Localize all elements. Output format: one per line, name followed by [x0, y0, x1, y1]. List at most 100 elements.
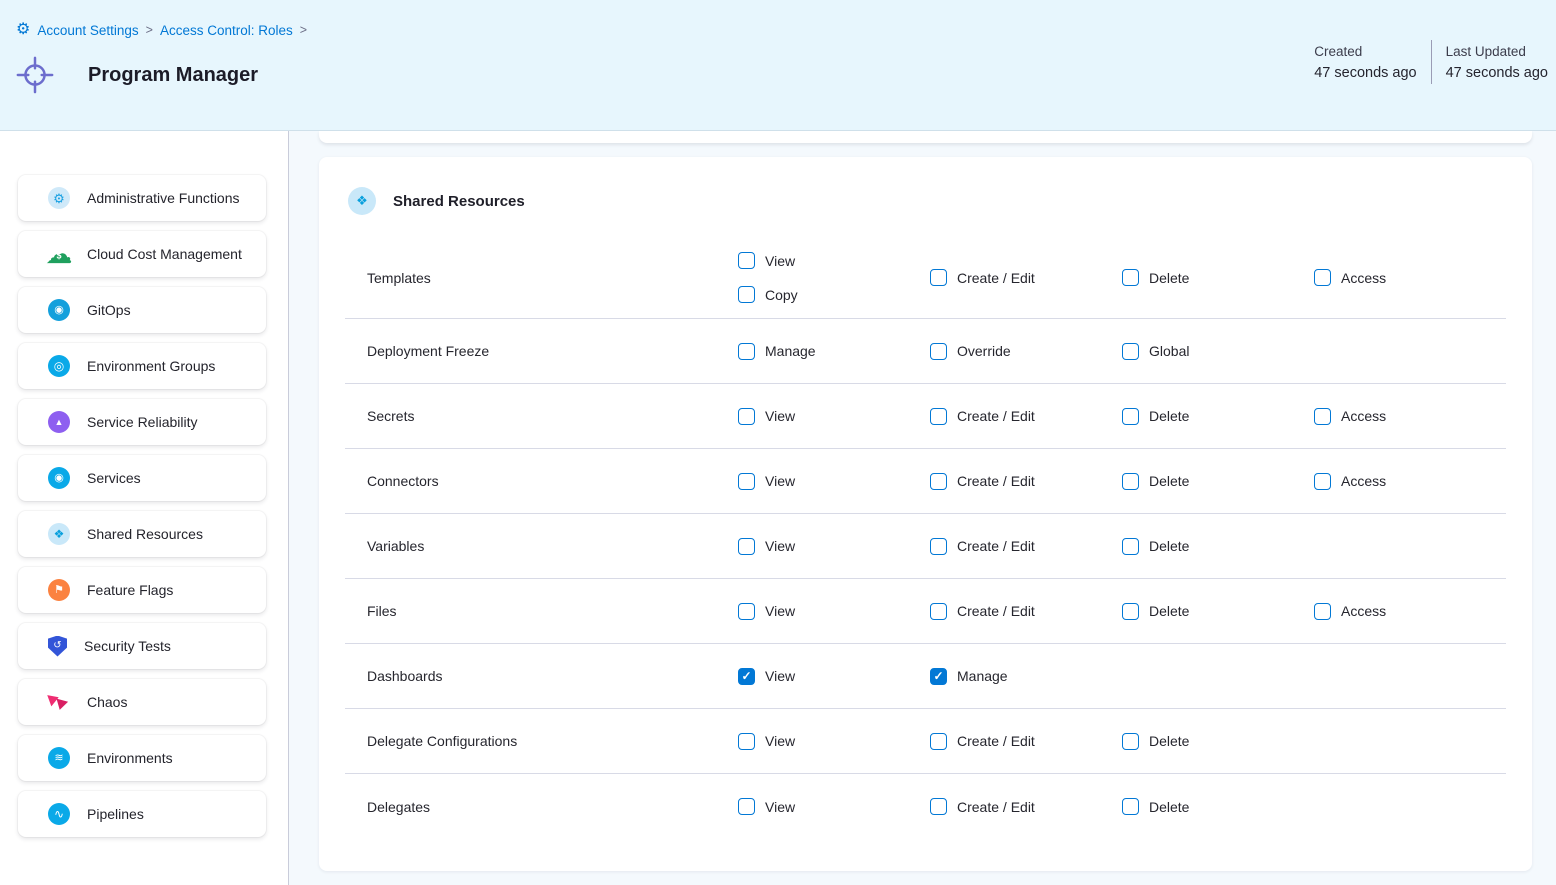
variables-delete-option[interactable]: Delete — [1122, 538, 1314, 555]
sidebar-item-environment-groups[interactable]: ◎ Environment Groups — [18, 343, 266, 389]
secrets-delete-checkbox[interactable] — [1122, 408, 1139, 425]
files-access-option[interactable]: Access — [1314, 603, 1506, 620]
files-delete-option[interactable]: Delete — [1122, 603, 1314, 620]
connectors-delete-checkbox[interactable] — [1122, 473, 1139, 490]
checkbox-label: Create / Edit — [957, 603, 1035, 619]
connectors-create-edit-checkbox[interactable] — [930, 473, 947, 490]
checkbox-label: Access — [1341, 473, 1386, 489]
sidebar-item-label: Chaos — [87, 694, 127, 710]
variables-create-edit-checkbox[interactable] — [930, 538, 947, 555]
delegates-delete-checkbox[interactable] — [1122, 798, 1139, 815]
variables-create-edit-option[interactable]: Create / Edit — [930, 538, 1122, 555]
breadcrumb-account-settings[interactable]: Account Settings — [37, 23, 138, 38]
deployment-freeze-override-checkbox[interactable] — [930, 343, 947, 360]
secrets-access-option[interactable]: Access — [1314, 408, 1506, 425]
sidebar-item-feature-flags[interactable]: ⚑ Feature Flags — [18, 567, 266, 613]
templates-access-option[interactable]: Access — [1314, 269, 1506, 286]
delegate-configurations-create-edit-checkbox[interactable] — [930, 733, 947, 750]
checkbox-label: Override — [957, 343, 1011, 359]
sidebar-item-administrative-functions[interactable]: ⚙ Administrative Functions — [18, 175, 266, 221]
breadcrumb-access-control-roles[interactable]: Access Control: Roles — [160, 23, 293, 38]
sidebar-item-security-tests[interactable]: ↺ Security Tests — [18, 623, 266, 669]
variables-view-option[interactable]: View — [738, 538, 930, 555]
delegates-create-edit-checkbox[interactable] — [930, 798, 947, 815]
delegates-delete-option[interactable]: Delete — [1122, 798, 1314, 815]
files-view-option[interactable]: View — [738, 603, 930, 620]
resource-label: Dashboards — [345, 668, 738, 684]
templates-view-option[interactable]: View — [738, 252, 930, 269]
delegate-configurations-delete-checkbox[interactable] — [1122, 733, 1139, 750]
delegates-view-option[interactable]: View — [738, 798, 930, 815]
templates-delete-option[interactable]: Delete — [1122, 269, 1314, 286]
permission-row: Deployment Freeze Manage Override Global — [345, 319, 1506, 384]
secrets-create-edit-checkbox[interactable] — [930, 408, 947, 425]
templates-create-edit-checkbox[interactable] — [930, 269, 947, 286]
deployment-freeze-manage-checkbox[interactable] — [738, 343, 755, 360]
administrative-functions-icon: ⚙ — [48, 187, 70, 209]
permission-column-3: Delete — [1122, 603, 1314, 620]
secrets-view-option[interactable]: View — [738, 408, 930, 425]
sidebar-item-services[interactable]: ◉ Services — [18, 455, 266, 501]
deployment-freeze-manage-option[interactable]: Manage — [738, 343, 930, 360]
permission-row: Files View Create / Edit Delete Access — [345, 579, 1506, 644]
dashboards-view-option[interactable]: ✓ View — [738, 668, 930, 685]
connectors-view-checkbox[interactable] — [738, 473, 755, 490]
sidebar-item-cloud-cost-management[interactable]: ☁$ Cloud Cost Management — [18, 231, 266, 277]
connectors-create-edit-option[interactable]: Create / Edit — [930, 473, 1122, 490]
breadcrumb-separator: > — [300, 23, 307, 37]
permission-row: Dashboards ✓ View ✓ Manage — [345, 644, 1506, 709]
dashboards-manage-option[interactable]: ✓ Manage — [930, 668, 1122, 685]
variables-view-checkbox[interactable] — [738, 538, 755, 555]
sidebar-item-service-reliability[interactable]: ▲ Service Reliability — [18, 399, 266, 445]
delegate-configurations-delete-option[interactable]: Delete — [1122, 733, 1314, 750]
secrets-view-checkbox[interactable] — [738, 408, 755, 425]
deployment-freeze-global-option[interactable]: Global — [1122, 343, 1314, 360]
sidebar-item-environments[interactable]: ≋ Environments — [18, 735, 266, 781]
connectors-access-option[interactable]: Access — [1314, 473, 1506, 490]
delegate-configurations-view-checkbox[interactable] — [738, 733, 755, 750]
secrets-delete-option[interactable]: Delete — [1122, 408, 1314, 425]
permission-column-1: View Copy — [738, 252, 930, 303]
sidebar-item-label: Cloud Cost Management — [87, 246, 242, 262]
secrets-create-edit-option[interactable]: Create / Edit — [930, 408, 1122, 425]
sidebar-item-pipelines[interactable]: ∿ Pipelines — [18, 791, 266, 837]
services-icon: ◉ — [48, 467, 70, 489]
files-access-checkbox[interactable] — [1314, 603, 1331, 620]
templates-create-edit-option[interactable]: Create / Edit — [930, 269, 1122, 286]
delegate-configurations-view-option[interactable]: View — [738, 733, 930, 750]
permission-column-3: Delete — [1122, 473, 1314, 490]
deployment-freeze-override-option[interactable]: Override — [930, 343, 1122, 360]
dashboards-manage-checkbox[interactable]: ✓ — [930, 668, 947, 685]
settings-gear-icon: ⚙ — [16, 22, 30, 38]
files-view-checkbox[interactable] — [738, 603, 755, 620]
templates-access-checkbox[interactable] — [1314, 269, 1331, 286]
dashboards-view-checkbox[interactable]: ✓ — [738, 668, 755, 685]
resource-label: Secrets — [345, 408, 738, 424]
security-tests-icon: ↺ — [48, 636, 67, 657]
files-create-edit-checkbox[interactable] — [930, 603, 947, 620]
connectors-view-option[interactable]: View — [738, 473, 930, 490]
connectors-access-checkbox[interactable] — [1314, 473, 1331, 490]
secrets-access-checkbox[interactable] — [1314, 408, 1331, 425]
connectors-delete-option[interactable]: Delete — [1122, 473, 1314, 490]
templates-view-checkbox[interactable] — [738, 252, 755, 269]
delegates-create-edit-option[interactable]: Create / Edit — [930, 798, 1122, 815]
deployment-freeze-global-checkbox[interactable] — [1122, 343, 1139, 360]
checkbox-label: Delete — [1149, 603, 1189, 619]
checkbox-label: Create / Edit — [957, 473, 1035, 489]
variables-delete-checkbox[interactable] — [1122, 538, 1139, 555]
resource-label: Variables — [345, 538, 738, 554]
sidebar-item-shared-resources[interactable]: ❖ Shared Resources — [18, 511, 266, 557]
templates-copy-option[interactable]: Copy — [738, 286, 930, 303]
sidebar-item-label: Services — [87, 470, 141, 486]
delegates-view-checkbox[interactable] — [738, 798, 755, 815]
checkbox-label: Access — [1341, 408, 1386, 424]
files-delete-checkbox[interactable] — [1122, 603, 1139, 620]
delegate-configurations-create-edit-option[interactable]: Create / Edit — [930, 733, 1122, 750]
files-create-edit-option[interactable]: Create / Edit — [930, 603, 1122, 620]
templates-delete-checkbox[interactable] — [1122, 269, 1139, 286]
sidebar-item-chaos[interactable]: Chaos — [18, 679, 266, 725]
checkbox-label: View — [765, 473, 795, 489]
sidebar-item-gitops[interactable]: ◉ GitOps — [18, 287, 266, 333]
templates-copy-checkbox[interactable] — [738, 286, 755, 303]
